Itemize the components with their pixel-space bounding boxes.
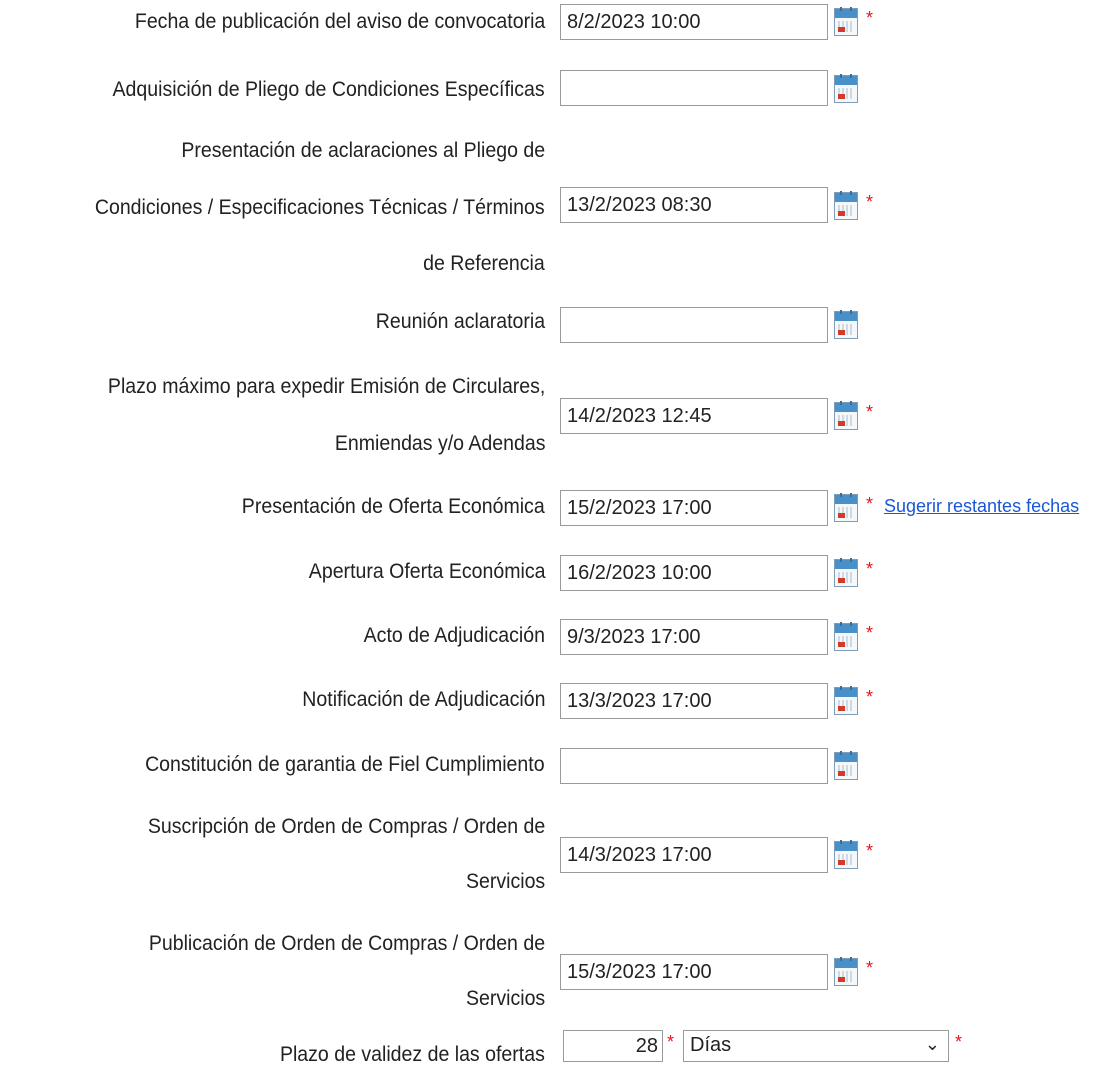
field-label-line: Plazo máximo para expedir Emisión de Cir… bbox=[107, 375, 545, 398]
chevron-down-icon: ⌄ bbox=[924, 1034, 940, 1054]
required-asterisk: * bbox=[866, 8, 874, 28]
date-input[interactable] bbox=[560, 619, 828, 655]
required-asterisk: * bbox=[866, 623, 874, 643]
calendar-icon[interactable] bbox=[834, 191, 858, 220]
calendar-icon[interactable] bbox=[834, 310, 858, 339]
field-label: Constitución de garantia de Fiel Cumplim… bbox=[145, 753, 545, 776]
field-label: Presentación de Oferta Económica bbox=[242, 495, 545, 518]
date-input[interactable] bbox=[560, 555, 828, 591]
date-input[interactable] bbox=[560, 398, 828, 434]
field-label-line: Presentación de aclaraciones al Pliego d… bbox=[181, 139, 545, 162]
required-asterisk: * bbox=[866, 687, 874, 707]
field-label-line: Servicios bbox=[465, 870, 545, 893]
validity-number-input[interactable] bbox=[563, 1030, 663, 1062]
dates-form: Fecha de publicación del aviso de convoc… bbox=[0, 0, 1105, 1076]
date-input[interactable] bbox=[560, 683, 828, 719]
required-asterisk: * bbox=[866, 958, 874, 978]
field-label-line: Suscripción de Orden de Compras / Orden … bbox=[147, 815, 545, 838]
validity-unit-select[interactable]: Días ⌄ bbox=[683, 1030, 949, 1062]
calendar-icon[interactable] bbox=[834, 493, 858, 522]
field-label: Acto de Adjudicación bbox=[363, 624, 545, 647]
calendar-icon[interactable] bbox=[834, 74, 858, 103]
field-label-line: Servicios bbox=[465, 987, 545, 1010]
calendar-icon[interactable] bbox=[834, 957, 858, 986]
calendar-icon[interactable] bbox=[834, 686, 858, 715]
field-label-line: de Referencia bbox=[423, 252, 545, 275]
field-label: Notificación de Adjudicación bbox=[301, 688, 545, 711]
required-asterisk: * bbox=[955, 1032, 963, 1052]
field-label: Plazo de validez de las ofertas bbox=[280, 1043, 545, 1066]
field-label: Adquisición de Pliego de Condiciones Esp… bbox=[112, 78, 545, 101]
required-asterisk: * bbox=[866, 559, 874, 579]
required-asterisk: * bbox=[866, 402, 874, 422]
required-asterisk: * bbox=[866, 192, 874, 212]
validity-unit-value: Días bbox=[690, 1034, 732, 1056]
calendar-icon[interactable] bbox=[834, 401, 858, 430]
field-label: Apertura Oferta Económica bbox=[308, 560, 545, 583]
date-input[interactable] bbox=[560, 187, 828, 223]
required-asterisk: * bbox=[866, 494, 874, 514]
date-input[interactable] bbox=[560, 954, 828, 990]
calendar-icon[interactable] bbox=[834, 622, 858, 651]
date-input[interactable] bbox=[560, 748, 828, 784]
field-label: Fecha de publicación del aviso de convoc… bbox=[134, 10, 545, 33]
required-asterisk: * bbox=[667, 1032, 675, 1052]
date-input[interactable] bbox=[560, 70, 828, 106]
field-label-line: Enmiendas y/o Adendas bbox=[334, 432, 545, 455]
field-label-line: Publicación de Orden de Compras / Orden … bbox=[148, 932, 545, 955]
calendar-icon[interactable] bbox=[834, 7, 858, 36]
field-label: Reunión aclaratoria bbox=[375, 310, 545, 333]
date-input[interactable] bbox=[560, 4, 828, 40]
suggest-dates-link[interactable]: Sugerir restantes fechas bbox=[884, 496, 1079, 517]
calendar-icon[interactable] bbox=[834, 558, 858, 587]
field-label-line: Condiciones / Especificaciones Técnicas … bbox=[95, 196, 545, 219]
required-asterisk: * bbox=[866, 841, 874, 861]
date-input[interactable] bbox=[560, 490, 828, 526]
date-input[interactable] bbox=[560, 307, 828, 343]
calendar-icon[interactable] bbox=[834, 751, 858, 780]
calendar-icon[interactable] bbox=[834, 840, 858, 869]
date-input[interactable] bbox=[560, 837, 828, 873]
